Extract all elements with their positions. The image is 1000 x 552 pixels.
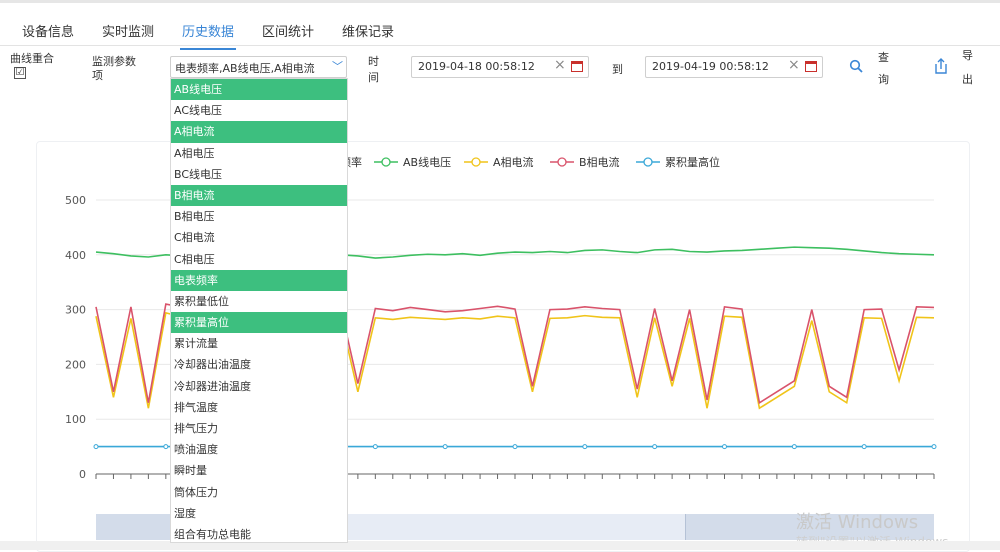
dropdown-option[interactable]: A相电压 bbox=[171, 143, 347, 164]
data-point bbox=[582, 444, 588, 450]
data-point bbox=[722, 444, 727, 450]
dropdown-option[interactable]: B相电压 bbox=[171, 206, 347, 227]
data-point bbox=[442, 444, 448, 450]
legend-label[interactable]: 累积量高位 bbox=[665, 155, 720, 169]
dropdown-option[interactable]: A相电流 bbox=[171, 121, 347, 143]
dropdown-option[interactable]: C相电压 bbox=[171, 249, 347, 270]
legend-marker[interactable] bbox=[557, 157, 567, 167]
legend-marker[interactable] bbox=[381, 157, 391, 167]
history-line-chart: 0100200300400500频率 AB线电压 A相电流 B相电流 累积量高位 bbox=[65, 155, 937, 481]
data-point bbox=[512, 444, 518, 450]
data-point bbox=[372, 444, 378, 450]
dropdown-option[interactable]: 喷油温度 bbox=[171, 439, 347, 460]
y-tick-label: 500 bbox=[65, 194, 86, 207]
dropdown-option[interactable]: 冷却器进油温度 bbox=[171, 376, 347, 397]
y-tick-label: 300 bbox=[65, 304, 86, 317]
dropdown-option[interactable]: 筒体压力 bbox=[171, 482, 347, 503]
legend-marker[interactable] bbox=[643, 157, 653, 167]
monitor-param-dropdown: AB线电压 AC线电压 A相电流 A相电压 BC线电压 B相电流 B相电压 C相电流 C相电压电… bbox=[170, 78, 348, 543]
dropdown-option[interactable]: 排气压力 bbox=[171, 418, 347, 439]
dropdown-option[interactable]: 累计流量 bbox=[171, 333, 347, 354]
dropdown-option[interactable]: 组合有功总电能 bbox=[171, 524, 347, 542]
dropdown-option[interactable]: 累积量高位 bbox=[171, 312, 347, 334]
dropdown-option[interactable]: B相电流 bbox=[171, 184, 347, 207]
legend-label[interactable]: AB线电压 bbox=[403, 155, 451, 169]
dropdown-option[interactable]: 瞬时量 bbox=[171, 460, 347, 481]
y-tick-label: 200 bbox=[65, 358, 86, 371]
y-tick-label: 400 bbox=[65, 249, 86, 262]
y-tick-label: 100 bbox=[65, 413, 86, 426]
dropdown-option[interactable]: 冷却器出油温度 bbox=[171, 354, 347, 375]
data-point bbox=[861, 444, 867, 450]
bottom-scrollbar[interactable] bbox=[0, 541, 1000, 550]
data-point bbox=[93, 444, 99, 450]
data-point bbox=[652, 444, 658, 450]
dropdown-option[interactable]: 排气温度 bbox=[171, 397, 347, 418]
dropdown-option[interactable]: 累积量低位 bbox=[171, 291, 347, 312]
legend-label[interactable]: A相电流 bbox=[493, 155, 534, 169]
dropdown-option[interactable]: AB线电压 bbox=[171, 79, 347, 101]
dropdown-option[interactable]: 湿度 bbox=[171, 503, 347, 524]
dropdown-option[interactable]: AC线电压 bbox=[171, 100, 347, 121]
y-tick-label: 0 bbox=[79, 468, 86, 481]
data-point bbox=[163, 444, 169, 450]
data-point bbox=[931, 444, 937, 450]
legend-marker[interactable] bbox=[471, 157, 481, 167]
data-point bbox=[791, 444, 797, 450]
dropdown-option[interactable]: BC线电压 bbox=[171, 164, 347, 185]
data-zoom-window[interactable] bbox=[346, 514, 686, 540]
dropdown-option[interactable]: 电表频率 bbox=[171, 269, 347, 291]
dropdown-option[interactable]: C相电流 bbox=[171, 227, 347, 248]
windows-watermark: 激活 Windows bbox=[796, 512, 919, 533]
legend-label[interactable]: B相电流 bbox=[579, 155, 620, 169]
